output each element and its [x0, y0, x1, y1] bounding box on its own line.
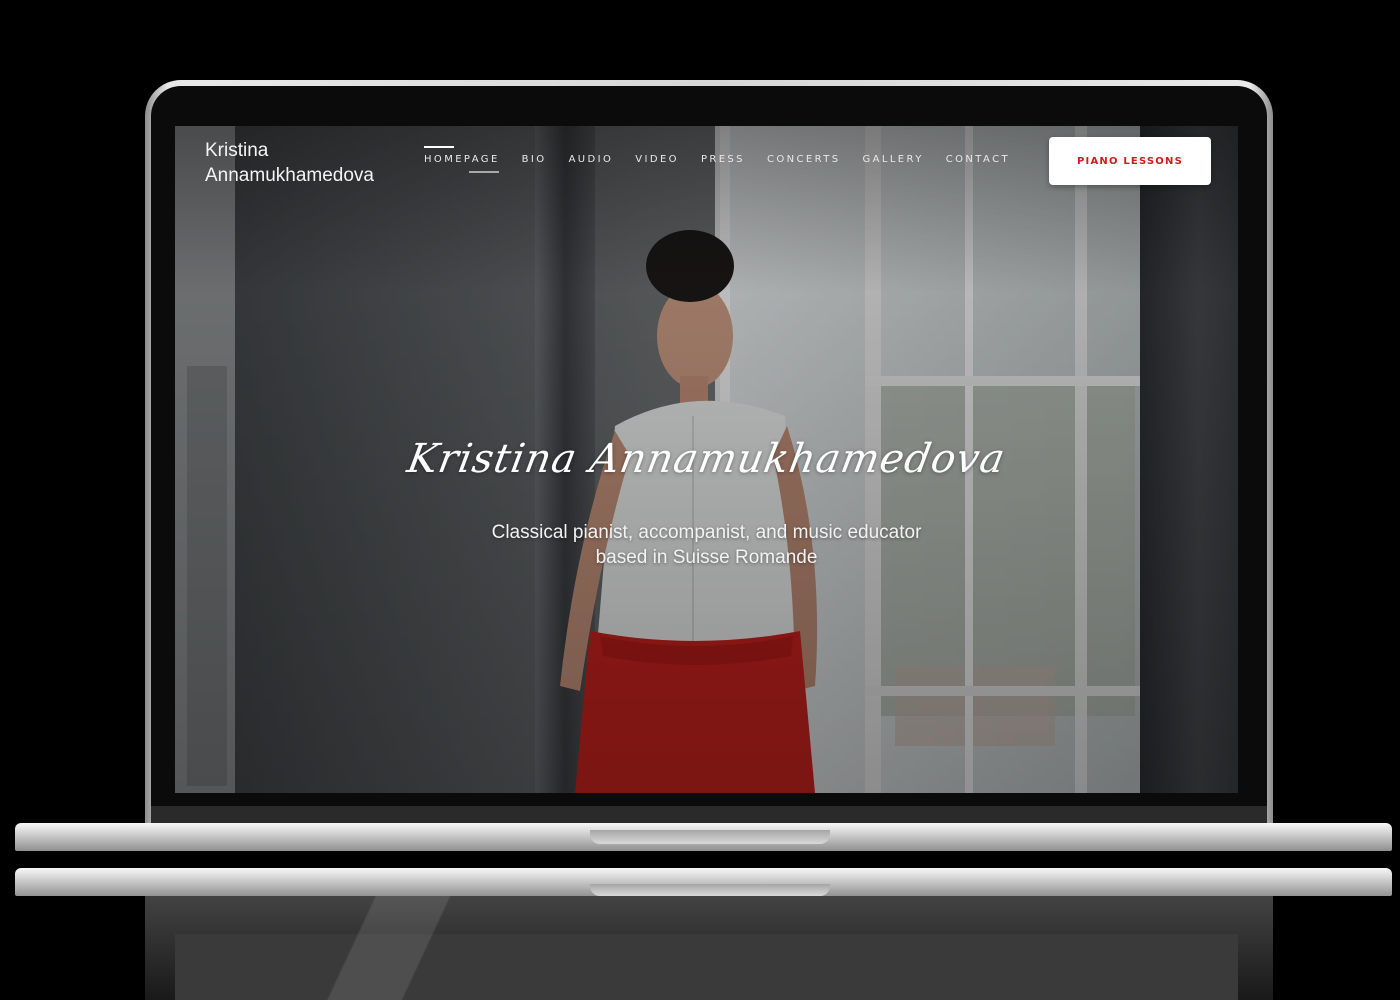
nav-concerts[interactable]: CONCERTS	[767, 154, 841, 165]
site-brand[interactable]: Kristina Annamukhamedova	[205, 138, 374, 188]
reflection-shine	[300, 896, 500, 1000]
nav-gallery[interactable]: GALLERY	[862, 154, 923, 165]
nav-contact[interactable]: CONTACT	[946, 154, 1010, 165]
laptop-hinge-notch-reflection	[590, 884, 830, 896]
hero-subtitle: Classical pianist, accompanist, and musi…	[491, 522, 922, 568]
hero-signature-name: Kristina Annamukhamedova	[403, 436, 1010, 482]
nav-audio[interactable]: AUDIO	[569, 154, 614, 165]
nav-press[interactable]: PRESS	[701, 154, 745, 165]
website-screen: Kristina Annamukhamedova HOMEPAGE BIO AU…	[175, 126, 1238, 793]
laptop-hinge-notch	[590, 830, 830, 844]
laptop-mockup: Kristina Annamukhamedova HOMEPAGE BIO AU…	[0, 0, 1400, 1000]
nav-bio[interactable]: BIO	[522, 154, 547, 165]
nav-homepage[interactable]: HOMEPAGE	[424, 146, 500, 173]
nav-video[interactable]: VIDEO	[635, 154, 679, 165]
piano-lessons-button[interactable]: PIANO LESSONS	[1049, 137, 1211, 185]
main-nav: HOMEPAGE BIO AUDIO VIDEO PRESS CONCERTS …	[424, 146, 1032, 173]
